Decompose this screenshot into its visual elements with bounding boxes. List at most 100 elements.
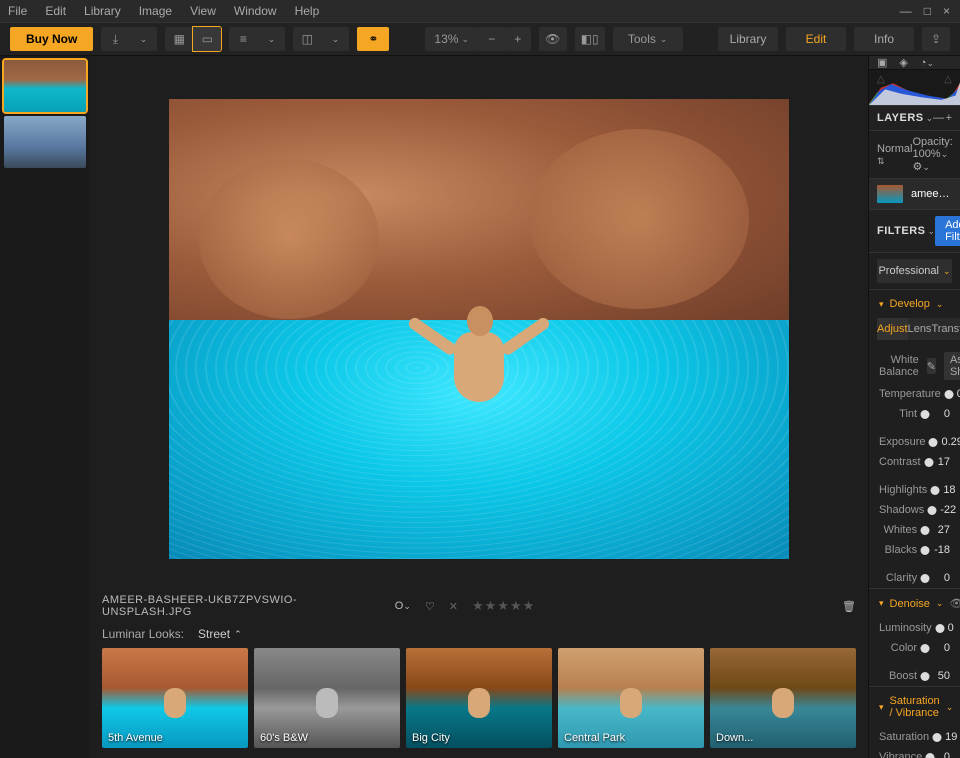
maximize-icon[interactable]: □	[924, 4, 931, 18]
temperature-slider[interactable]: Temperature0	[869, 384, 960, 404]
whites-slider[interactable]: Whites27	[869, 520, 960, 540]
mask-tab-icon[interactable]: ◈	[899, 56, 907, 69]
boost-slider[interactable]: Boost50	[869, 666, 960, 686]
layer-thumbnail	[877, 185, 903, 203]
layer-name-label: ameer-basheer-UKB7zPVswIo-uns...	[911, 188, 952, 200]
panel-menu-caret[interactable]: ⌄	[321, 27, 349, 51]
export-button[interactable]: ⤓	[101, 27, 129, 51]
color-denoise-slider[interactable]: Color0	[869, 638, 960, 658]
develop-section-header[interactable]: ▾Develop ⌄	[869, 289, 960, 318]
canvas-viewport[interactable]	[90, 56, 868, 592]
looks-category-selector[interactable]: Street ⌃	[198, 627, 242, 641]
clip-warning-left-icon[interactable]: △	[877, 74, 885, 85]
shadows-slider[interactable]: Shadows-22	[869, 500, 960, 520]
align-menu-caret[interactable]: ⌄	[257, 27, 285, 51]
tab-info[interactable]: Info	[854, 27, 914, 51]
blend-mode-selector[interactable]: Normal ⇅	[877, 143, 912, 167]
grid-icon: ▦	[174, 32, 185, 46]
develop-tab-lens[interactable]: Lens	[908, 318, 932, 340]
panel-layout-button[interactable]: ◫	[293, 27, 321, 51]
share-button[interactable]: ⇪	[922, 27, 950, 51]
view-single-button[interactable]: ▭	[193, 27, 221, 51]
trash-button[interactable]: 🗑	[842, 600, 856, 613]
link-button[interactable]: ⚭	[357, 27, 389, 51]
favorite-button[interactable]: ♡	[425, 600, 435, 613]
layers-panel-header[interactable]: LAYERS⌄ — +	[869, 106, 960, 131]
satvib-section-header[interactable]: ▾Saturation / Vibrance ⌄ 👁	[869, 686, 960, 727]
look-preset-2[interactable]: 60's B&W	[254, 648, 400, 748]
menu-window[interactable]: Window	[234, 4, 277, 18]
clarity-slider[interactable]: Clarity0	[869, 568, 960, 588]
vibrance-slider[interactable]: Vibrance0	[869, 747, 960, 758]
minimize-icon[interactable]: —	[900, 4, 912, 18]
add-layer-button[interactable]: +	[946, 112, 952, 124]
look-preset-3[interactable]: Big City	[406, 648, 552, 748]
menu-image[interactable]: Image	[139, 4, 172, 18]
single-icon: ▭	[202, 32, 213, 46]
histogram[interactable]: △ △	[869, 70, 960, 106]
preview-original-button[interactable]: 👁	[539, 27, 567, 51]
clock-tab-icon[interactable]: ◔⌄	[920, 57, 934, 69]
view-grid-button[interactable]: ▦	[165, 27, 193, 51]
zoom-out-button[interactable]: −	[479, 27, 505, 51]
luminosity-slider[interactable]: Luminosity0	[869, 618, 960, 638]
eyedropper-icon: ✎	[927, 360, 936, 373]
develop-tabs: Adjust Lens Transform	[877, 318, 952, 340]
tab-library[interactable]: Library	[718, 27, 778, 51]
menu-view[interactable]: View	[190, 4, 216, 18]
filmstrip	[0, 56, 90, 758]
align-button[interactable]: ≡	[229, 27, 257, 51]
right-panel: ▣ ◈ ◔⌄ △ △ LAYERS⌄ — + Normal ⇅ Opacity:…	[868, 56, 960, 758]
look-preset-1[interactable]: 5th Avenue	[102, 648, 248, 748]
menu-edit[interactable]: Edit	[45, 4, 66, 18]
right-tools-row: ▣ ◈ ◔⌄	[869, 56, 960, 70]
remove-layer-button[interactable]: —	[933, 112, 944, 124]
clip-warning-right-icon[interactable]: △	[944, 74, 952, 85]
filmstrip-thumb-1[interactable]	[4, 60, 86, 112]
compare-button[interactable]: ◧▯	[575, 27, 605, 51]
look-preset-5[interactable]: Down...	[710, 648, 856, 748]
looks-bar: Luminar Looks: Street ⌃	[90, 620, 868, 648]
highlights-slider[interactable]: Highlights18	[869, 480, 960, 500]
denoise-section-header[interactable]: ▾Denoise ⌄ 👁	[869, 588, 960, 618]
zoom-percent[interactable]: 13% ⌄	[425, 27, 479, 51]
buy-now-button[interactable]: Buy Now	[10, 27, 93, 51]
workspace-selector[interactable]: Professional ⌄	[877, 259, 952, 283]
saturation-slider[interactable]: Saturation19	[869, 727, 960, 747]
layer-opacity-value[interactable]: 100%	[912, 148, 940, 160]
looks-strip[interactable]: 5th Avenue 60's B&W Big City Central Par…	[90, 648, 868, 758]
denoise-visibility-icon[interactable]: 👁	[949, 597, 960, 610]
menu-file[interactable]: File	[8, 4, 27, 18]
tint-slider[interactable]: Tint0	[869, 404, 960, 424]
reject-button[interactable]: ✕	[449, 600, 458, 613]
filmstrip-thumb-2[interactable]	[4, 116, 86, 168]
layer-gear-icon[interactable]: ⚙⌄	[912, 161, 929, 173]
wb-preset-selector[interactable]: As Shot⌄	[944, 352, 960, 380]
link-icon: ⚭	[368, 32, 378, 46]
star-rating[interactable]: ★★★★★	[472, 598, 535, 614]
develop-tab-transform[interactable]: Transform	[931, 318, 960, 340]
panel-icon: ◫	[302, 32, 313, 46]
tab-edit[interactable]: Edit	[786, 27, 846, 51]
blacks-slider[interactable]: Blacks-18	[869, 540, 960, 560]
look-preset-4[interactable]: Central Park	[558, 648, 704, 748]
histogram-tab-icon[interactable]: ▣	[877, 56, 887, 69]
eye-icon: 👁	[545, 32, 560, 46]
exposure-slider[interactable]: Exposure0.29	[869, 432, 960, 452]
tools-menu[interactable]: Tools ⌄	[613, 27, 683, 51]
layer-item[interactable]: ameer-basheer-UKB7zPVswIo-uns...	[869, 179, 960, 210]
zoom-in-button[interactable]: +	[505, 27, 531, 51]
export-menu-caret[interactable]: ⌄	[129, 27, 157, 51]
white-balance-row: White Balance ✎ As Shot⌄	[869, 348, 960, 384]
menu-library[interactable]: Library	[84, 4, 121, 18]
compare-icon: ◧▯	[581, 32, 599, 46]
close-icon[interactable]: ×	[943, 4, 950, 18]
add-filters-button[interactable]: Add Filters	[935, 216, 960, 246]
color-label-button[interactable]: O⌄	[395, 600, 411, 612]
menu-help[interactable]: Help	[295, 4, 320, 18]
contrast-slider[interactable]: Contrast17	[869, 452, 960, 472]
wb-eyedropper-button[interactable]: ✎	[927, 358, 936, 374]
image-info-bar: AMEER-BASHEER-UKB7ZPVSWIO-UNSPLASH.JPG O…	[90, 592, 868, 620]
trash-icon: 🗑	[842, 601, 856, 613]
develop-tab-adjust[interactable]: Adjust	[877, 318, 908, 340]
